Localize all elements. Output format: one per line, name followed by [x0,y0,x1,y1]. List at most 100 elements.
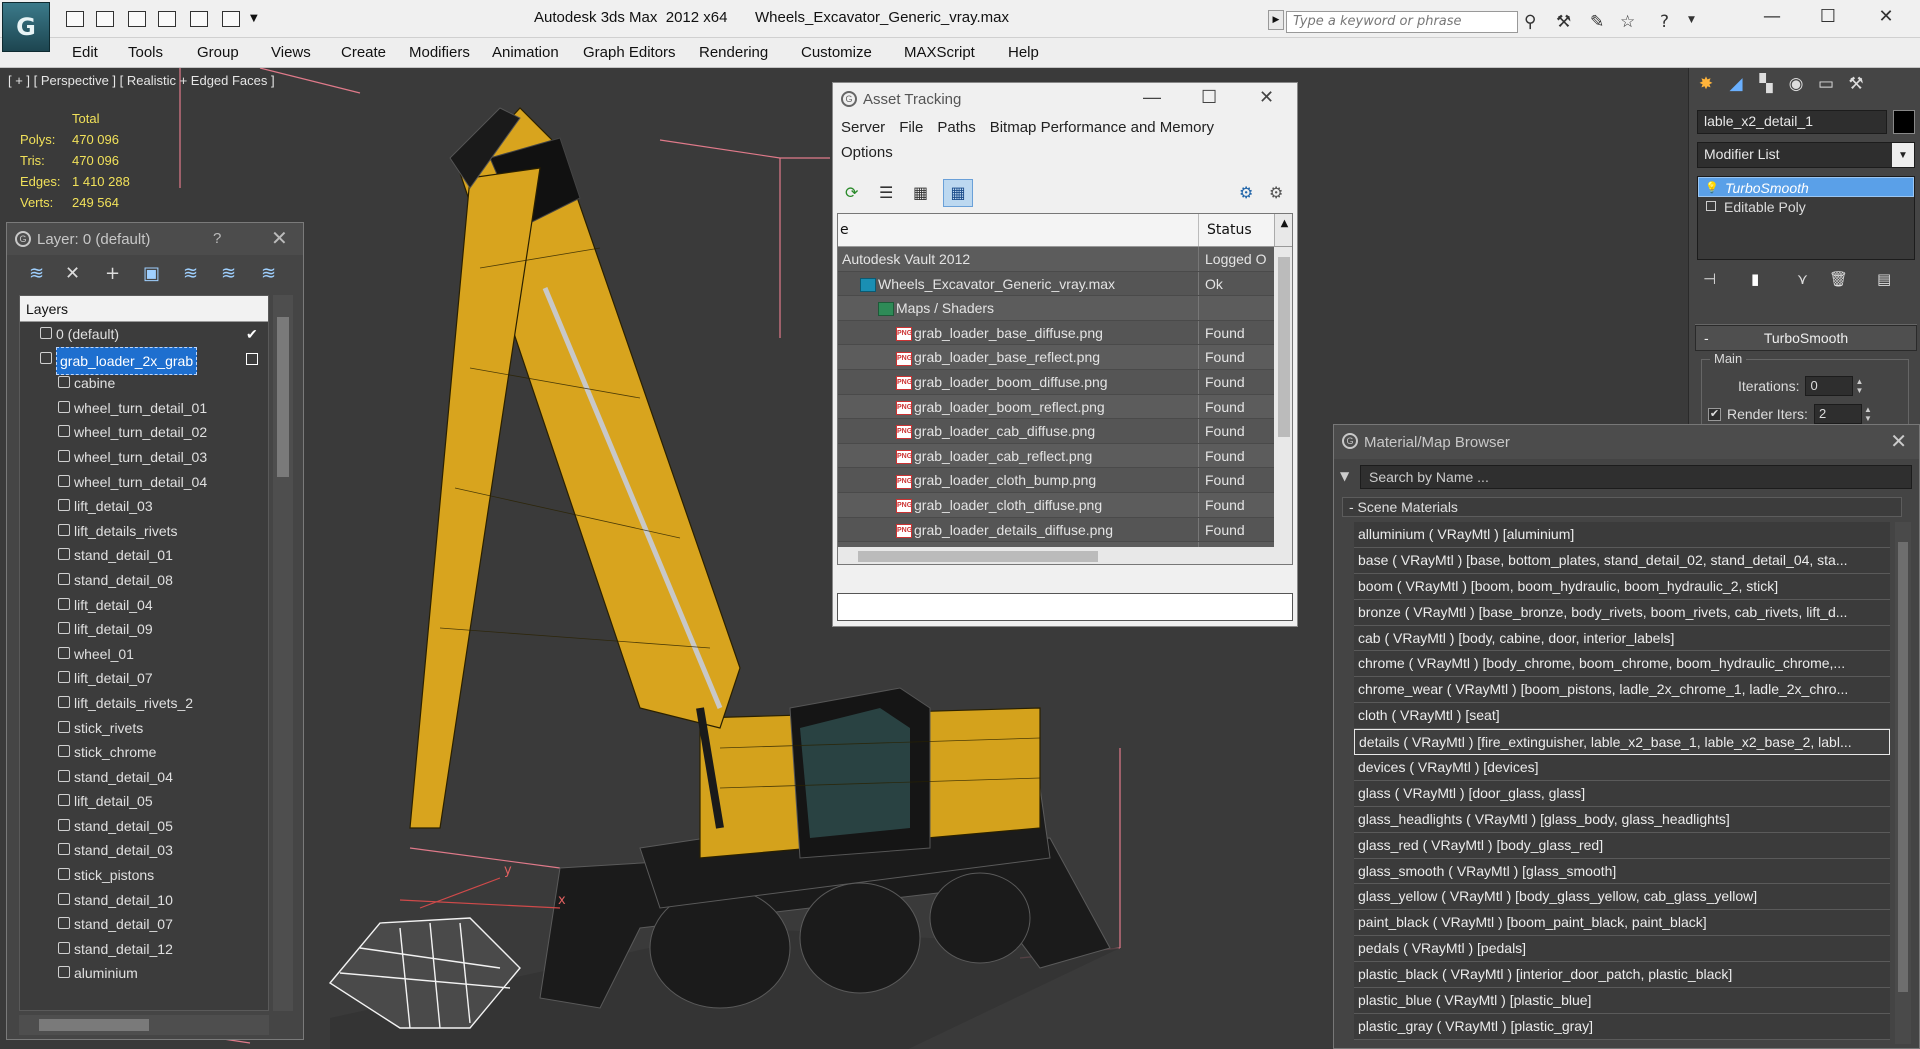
material-item[interactable]: paint_black ( VRayMtl ) [boom_paint_blac… [1354,910,1890,937]
layer-row[interactable]: wheel_turn_detail_02 [20,420,268,445]
utilities-tab-icon[interactable]: ⚒ [1843,74,1869,100]
menu-views[interactable]: Views [271,44,311,61]
material-item[interactable]: glass_red ( VRayMtl ) [body_glass_red] [1354,832,1890,859]
col-status-header[interactable]: Status [1198,214,1260,246]
help-icon[interactable]: ? [213,230,221,247]
show-end-result-icon[interactable]: ▮ [1751,270,1759,288]
highlight-layer-icon[interactable]: ≋ [183,263,198,284]
layer-row[interactable]: stick_pistons [20,863,268,888]
object-name-field[interactable]: lable_x2_detail_1 [1697,110,1887,134]
object-color-swatch[interactable] [1893,110,1915,134]
spinner-arrows-icon[interactable]: ▲ ▼ [1855,376,1867,396]
hide-all-icon[interactable]: ≋ [221,263,236,284]
asset-row[interactable]: Maps / Shaders [838,296,1292,321]
maximize-icon[interactable]: ☐ [1201,87,1217,108]
material-item[interactable]: chrome ( VRayMtl ) [body_chrome, boom_ch… [1354,651,1890,678]
asset-row[interactable]: PNG grab_loader_cloth_diffuse.png Found [838,492,1292,518]
close-icon[interactable]: ✕ [1890,429,1907,454]
material-item[interactable]: bronze ( VRayMtl ) [base_bronze, body_ri… [1354,599,1890,626]
expand-plus-icon[interactable] [1706,201,1716,211]
material-item[interactable]: alluminium ( VRayMtl ) [aluminium] [1354,522,1890,548]
add-to-layer-icon[interactable]: + [105,263,120,284]
list-view-icon[interactable]: ☰ [879,183,893,202]
viewport-label[interactable]: [ + ] [ Perspective ] [ Realistic + Edge… [8,73,275,88]
hierarchy-tab-icon[interactable]: ▚ [1753,74,1779,100]
layer-row[interactable]: lift_details_rivets_2 [20,691,268,716]
minimize-icon[interactable]: — [1752,6,1792,27]
layer-row[interactable]: lift_detail_03 [20,494,268,519]
layer-row[interactable]: lift_detail_04 [20,593,268,618]
layer-row[interactable]: stand_detail_05 [20,814,268,839]
layer-row[interactable]: lift_detail_09 [20,617,268,642]
layer-row[interactable]: stick_chrome [20,740,268,765]
layer-horizontal-scrollbar[interactable] [19,1015,269,1035]
asset-row[interactable]: PNG grab_loader_cab_reflect.png Found [838,443,1292,469]
configure-modifier-sets-icon[interactable]: ▤ [1877,270,1891,288]
layer-row[interactable]: stand_detail_12 [20,937,268,962]
layer-row[interactable]: stand_detail_07 [20,912,268,937]
open-folder-icon[interactable] [66,11,84,27]
asset-vertical-scrollbar[interactable] [1274,247,1292,547]
motion-tab-icon[interactable]: ◉ [1783,74,1809,100]
asset-menu-bitmap-performance[interactable]: Bitmap Performance and Memory [990,119,1214,136]
asset-row[interactable]: PNG grab_loader_details_diffuse.png Found [838,517,1292,543]
material-item[interactable]: chrome_wear ( VRayMtl ) [boom_pistons, l… [1354,677,1890,704]
render-iters-checkbox[interactable]: ✔ [1708,407,1721,421]
search-expand-icon[interactable]: ▶ [1268,10,1284,30]
asset-row[interactable]: PNG grab_loader_base_diffuse.png Found [838,320,1292,346]
layer-row[interactable]: wheel_01 [20,642,268,667]
redo-icon[interactable] [222,11,240,27]
material-item[interactable]: devices ( VRayMtl ) [devices] [1354,755,1890,781]
communication-icon[interactable]: ✎ [1590,12,1604,32]
new-scene-icon[interactable] [128,11,146,27]
scene-materials-group[interactable]: - Scene Materials [1342,497,1902,517]
freeze-all-icon[interactable]: ≋ [261,263,276,284]
asset-row[interactable]: PNG grab_loader_cloth_bump.png Found [838,468,1292,493]
layer-row[interactable]: lift_detail_07 [20,666,268,691]
thumbnail-view-icon[interactable]: ▦ [913,183,928,202]
minimize-icon[interactable]: — [1143,87,1161,108]
layer-row[interactable]: wheel_turn_detail_03 [20,445,268,470]
current-layer-check-icon[interactable]: ✔ [246,322,258,346]
material-item[interactable]: plastic_blue ( VRayMtl ) [plastic_blue] [1354,988,1890,1014]
display-tab-icon[interactable]: ▭ [1813,74,1839,100]
layer-row[interactable]: lift_details_rivets [20,519,268,544]
close-icon[interactable]: ✕ [271,226,288,251]
pin-stack-icon[interactable]: ⊣ [1703,270,1716,288]
stack-item-editable-poly[interactable]: Editable Poly [1698,197,1914,217]
asset-row[interactable]: Autodesk Vault 2012 Logged O [838,247,1292,272]
layer-row[interactable]: stand_detail_03 [20,838,268,863]
asset-path-field[interactable] [837,593,1293,621]
modifier-list-dropdown[interactable]: Modifier List ▼ [1697,142,1915,168]
stack-item-turbosmooth[interactable]: 💡 TurboSmooth [1698,177,1914,197]
asset-horizontal-scrollbar[interactable] [838,547,1292,564]
iterations-spinner[interactable]: 0 [1805,376,1854,396]
lightbulb-icon[interactable]: 💡 [1705,178,1719,194]
layer-row[interactable]: grab_loader_2x_grab [20,346,268,375]
asset-menu-paths[interactable]: Paths [937,119,975,136]
menu-modifiers[interactable]: Modifiers [409,44,470,61]
layer-row[interactable]: aluminium [20,961,268,986]
delete-layer-icon[interactable]: ✕ [65,263,80,284]
material-item[interactable]: glass_smooth ( VRayMtl ) [glass_smooth] [1354,858,1890,885]
asset-menu-options[interactable]: Options [841,144,893,161]
material-item[interactable]: plastic_gray ( VRayMtl ) [plastic_gray] [1354,1013,1890,1040]
undo-icon[interactable] [190,11,208,27]
modify-tab-icon[interactable]: ◢ [1723,74,1749,100]
material-vertical-scrollbar[interactable] [1895,522,1911,1044]
layers-column-header[interactable]: Layers [20,296,268,322]
close-icon[interactable]: ✕ [1259,87,1274,108]
select-objects-icon[interactable]: ▣ [143,263,160,284]
material-item[interactable]: pedals ( VRayMtl ) [pedals] [1354,936,1890,963]
material-item[interactable]: base ( VRayMtl ) [base, bottom_plates, s… [1354,547,1890,574]
layer-vertical-scrollbar[interactable] [273,295,293,1011]
spinner-arrows-icon[interactable]: ▲ ▼ [1864,404,1876,424]
help-icon[interactable]: ⚙ [1239,183,1253,202]
menu-create[interactable]: Create [341,44,386,61]
layer-row[interactable]: wheel_turn_detail_04 [20,470,268,495]
close-icon[interactable]: ✕ [1866,6,1906,27]
scroll-up-icon[interactable]: ▲ [1274,214,1292,246]
asset-row[interactable]: PNG grab_loader_boom_diffuse.png Found [838,369,1292,395]
material-item[interactable]: glass ( VRayMtl ) [door_glass, glass] [1354,780,1890,807]
asset-row[interactable]: PNG grab_loader_base_reflect.png Found [838,345,1292,370]
